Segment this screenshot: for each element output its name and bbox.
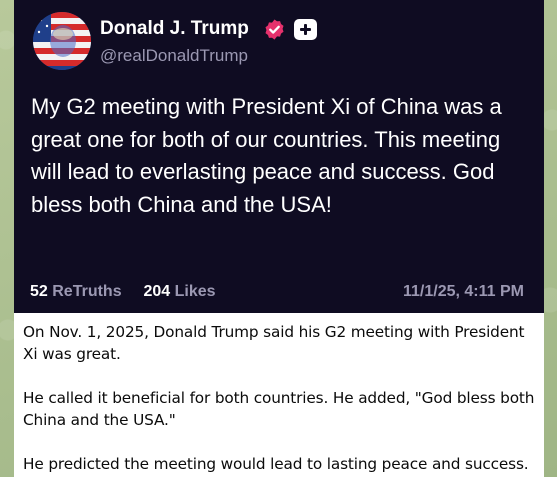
likes-count: 204 xyxy=(143,283,171,300)
avatar[interactable] xyxy=(33,12,91,70)
post-stats: 52 ReTruths 204 Likes xyxy=(30,282,216,302)
retruths-label[interactable]: ReTruths xyxy=(52,283,121,300)
caption-paragraph: He predicted the meeting would lead to l… xyxy=(23,455,529,473)
handle[interactable]: @realDonaldTrump xyxy=(100,45,248,67)
likes-label[interactable]: Likes xyxy=(175,283,216,300)
display-name[interactable]: Donald J. Trump xyxy=(100,17,249,41)
post-card[interactable]: Donald J. Trump @realDonaldTrump My G2 m… xyxy=(14,0,544,313)
caption-paragraph: On Nov. 1, 2025, Donald Trump said his G… xyxy=(23,323,525,363)
message-bubble: Donald J. Trump @realDonaldTrump My G2 m… xyxy=(14,0,544,477)
plus-icon xyxy=(294,19,317,40)
caption-paragraph: He called it beneficial for both countri… xyxy=(23,389,535,429)
retruths-count: 52 xyxy=(30,283,48,300)
verified-badge-icon xyxy=(263,18,286,41)
avatar-flag-portrait-icon xyxy=(33,12,91,70)
post-timestamp: 11/1/25, 4:11 PM xyxy=(403,283,524,300)
post-text: My G2 meeting with President Xi of China… xyxy=(31,94,502,217)
message-caption: On Nov. 1, 2025, Donald Trump said his G… xyxy=(23,321,535,477)
